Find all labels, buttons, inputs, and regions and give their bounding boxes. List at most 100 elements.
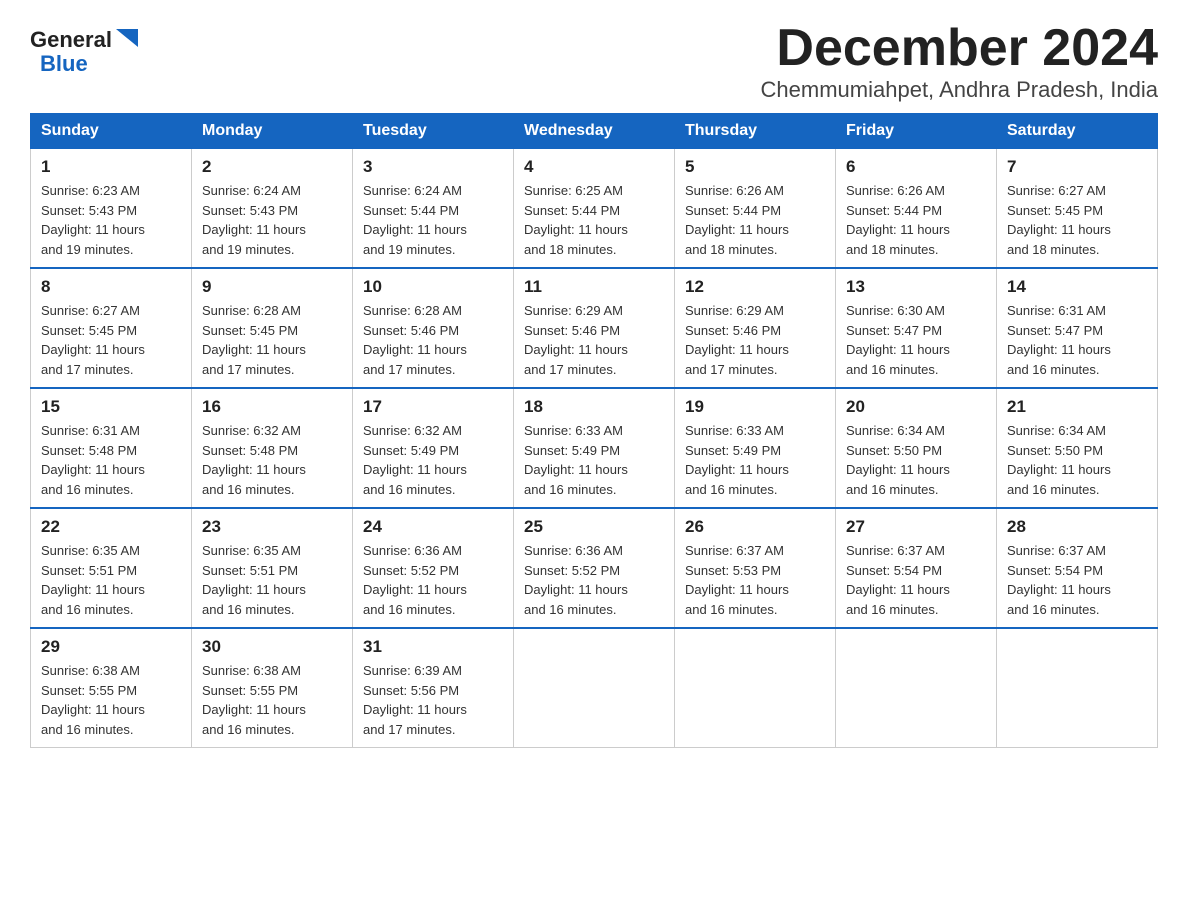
day-number: 2 [202,157,342,177]
calendar-cell: 5 Sunrise: 6:26 AM Sunset: 5:44 PM Dayli… [675,149,836,269]
day-info: Sunrise: 6:28 AM Sunset: 5:46 PM Dayligh… [363,301,503,379]
logo-general-text: General [30,28,112,52]
day-number: 6 [846,157,986,177]
calendar-week-row: 15 Sunrise: 6:31 AM Sunset: 5:48 PM Dayl… [31,388,1158,508]
day-info: Sunrise: 6:31 AM Sunset: 5:48 PM Dayligh… [41,421,181,499]
day-number: 8 [41,277,181,297]
logo: General Blue [30,20,138,76]
calendar-cell: 4 Sunrise: 6:25 AM Sunset: 5:44 PM Dayli… [514,149,675,269]
calendar-week-row: 8 Sunrise: 6:27 AM Sunset: 5:45 PM Dayli… [31,268,1158,388]
day-number: 18 [524,397,664,417]
day-info: Sunrise: 6:24 AM Sunset: 5:43 PM Dayligh… [202,181,342,259]
calendar-cell: 9 Sunrise: 6:28 AM Sunset: 5:45 PM Dayli… [192,268,353,388]
day-number: 17 [363,397,503,417]
calendar-cell: 11 Sunrise: 6:29 AM Sunset: 5:46 PM Dayl… [514,268,675,388]
calendar-header-row: SundayMondayTuesdayWednesdayThursdayFrid… [31,114,1158,149]
calendar-cell: 21 Sunrise: 6:34 AM Sunset: 5:50 PM Dayl… [997,388,1158,508]
day-info: Sunrise: 6:34 AM Sunset: 5:50 PM Dayligh… [846,421,986,499]
calendar-cell: 3 Sunrise: 6:24 AM Sunset: 5:44 PM Dayli… [353,149,514,269]
day-number: 11 [524,277,664,297]
day-info: Sunrise: 6:38 AM Sunset: 5:55 PM Dayligh… [202,661,342,739]
day-info: Sunrise: 6:36 AM Sunset: 5:52 PM Dayligh… [524,541,664,619]
day-info: Sunrise: 6:27 AM Sunset: 5:45 PM Dayligh… [1007,181,1147,259]
day-info: Sunrise: 6:35 AM Sunset: 5:51 PM Dayligh… [41,541,181,619]
calendar-cell [997,628,1158,748]
column-header-sunday: Sunday [31,114,192,149]
day-info: Sunrise: 6:39 AM Sunset: 5:56 PM Dayligh… [363,661,503,739]
day-number: 12 [685,277,825,297]
calendar-cell: 15 Sunrise: 6:31 AM Sunset: 5:48 PM Dayl… [31,388,192,508]
column-header-monday: Monday [192,114,353,149]
day-info: Sunrise: 6:24 AM Sunset: 5:44 PM Dayligh… [363,181,503,259]
day-info: Sunrise: 6:26 AM Sunset: 5:44 PM Dayligh… [685,181,825,259]
day-info: Sunrise: 6:32 AM Sunset: 5:49 PM Dayligh… [363,421,503,499]
day-info: Sunrise: 6:30 AM Sunset: 5:47 PM Dayligh… [846,301,986,379]
logo-blue-text: Blue [30,52,88,76]
day-number: 24 [363,517,503,537]
day-info: Sunrise: 6:27 AM Sunset: 5:45 PM Dayligh… [41,301,181,379]
day-info: Sunrise: 6:35 AM Sunset: 5:51 PM Dayligh… [202,541,342,619]
day-info: Sunrise: 6:34 AM Sunset: 5:50 PM Dayligh… [1007,421,1147,499]
page-subtitle: Chemmumiahpet, Andhra Pradesh, India [761,77,1158,103]
calendar-cell: 24 Sunrise: 6:36 AM Sunset: 5:52 PM Dayl… [353,508,514,628]
calendar-cell: 7 Sunrise: 6:27 AM Sunset: 5:45 PM Dayli… [997,149,1158,269]
logo-triangle-icon [116,29,138,47]
calendar-cell: 14 Sunrise: 6:31 AM Sunset: 5:47 PM Dayl… [997,268,1158,388]
calendar-cell: 27 Sunrise: 6:37 AM Sunset: 5:54 PM Dayl… [836,508,997,628]
calendar-cell: 6 Sunrise: 6:26 AM Sunset: 5:44 PM Dayli… [836,149,997,269]
day-number: 15 [41,397,181,417]
calendar-cell: 8 Sunrise: 6:27 AM Sunset: 5:45 PM Dayli… [31,268,192,388]
calendar-cell: 20 Sunrise: 6:34 AM Sunset: 5:50 PM Dayl… [836,388,997,508]
calendar-cell: 23 Sunrise: 6:35 AM Sunset: 5:51 PM Dayl… [192,508,353,628]
calendar-table: SundayMondayTuesdayWednesdayThursdayFrid… [30,113,1158,748]
day-number: 23 [202,517,342,537]
day-info: Sunrise: 6:36 AM Sunset: 5:52 PM Dayligh… [363,541,503,619]
day-number: 10 [363,277,503,297]
calendar-cell: 2 Sunrise: 6:24 AM Sunset: 5:43 PM Dayli… [192,149,353,269]
day-number: 25 [524,517,664,537]
day-number: 5 [685,157,825,177]
day-info: Sunrise: 6:29 AM Sunset: 5:46 PM Dayligh… [524,301,664,379]
day-number: 4 [524,157,664,177]
title-block: December 2024 Chemmumiahpet, Andhra Prad… [761,20,1158,103]
calendar-cell: 1 Sunrise: 6:23 AM Sunset: 5:43 PM Dayli… [31,149,192,269]
calendar-cell: 30 Sunrise: 6:38 AM Sunset: 5:55 PM Dayl… [192,628,353,748]
day-number: 9 [202,277,342,297]
day-number: 14 [1007,277,1147,297]
calendar-cell: 16 Sunrise: 6:32 AM Sunset: 5:48 PM Dayl… [192,388,353,508]
day-info: Sunrise: 6:37 AM Sunset: 5:54 PM Dayligh… [1007,541,1147,619]
day-number: 16 [202,397,342,417]
calendar-cell: 25 Sunrise: 6:36 AM Sunset: 5:52 PM Dayl… [514,508,675,628]
calendar-cell: 28 Sunrise: 6:37 AM Sunset: 5:54 PM Dayl… [997,508,1158,628]
calendar-cell [514,628,675,748]
day-number: 31 [363,637,503,657]
day-info: Sunrise: 6:33 AM Sunset: 5:49 PM Dayligh… [685,421,825,499]
day-info: Sunrise: 6:26 AM Sunset: 5:44 PM Dayligh… [846,181,986,259]
calendar-cell: 12 Sunrise: 6:29 AM Sunset: 5:46 PM Dayl… [675,268,836,388]
day-number: 3 [363,157,503,177]
column-header-thursday: Thursday [675,114,836,149]
day-info: Sunrise: 6:23 AM Sunset: 5:43 PM Dayligh… [41,181,181,259]
day-number: 30 [202,637,342,657]
calendar-week-row: 22 Sunrise: 6:35 AM Sunset: 5:51 PM Dayl… [31,508,1158,628]
day-number: 26 [685,517,825,537]
day-info: Sunrise: 6:31 AM Sunset: 5:47 PM Dayligh… [1007,301,1147,379]
day-number: 13 [846,277,986,297]
calendar-cell: 22 Sunrise: 6:35 AM Sunset: 5:51 PM Dayl… [31,508,192,628]
calendar-cell [675,628,836,748]
day-info: Sunrise: 6:38 AM Sunset: 5:55 PM Dayligh… [41,661,181,739]
column-header-saturday: Saturday [997,114,1158,149]
day-info: Sunrise: 6:28 AM Sunset: 5:45 PM Dayligh… [202,301,342,379]
page-title: December 2024 [761,20,1158,77]
day-info: Sunrise: 6:33 AM Sunset: 5:49 PM Dayligh… [524,421,664,499]
calendar-cell: 10 Sunrise: 6:28 AM Sunset: 5:46 PM Dayl… [353,268,514,388]
day-info: Sunrise: 6:37 AM Sunset: 5:54 PM Dayligh… [846,541,986,619]
day-number: 21 [1007,397,1147,417]
calendar-cell [836,628,997,748]
column-header-wednesday: Wednesday [514,114,675,149]
day-info: Sunrise: 6:32 AM Sunset: 5:48 PM Dayligh… [202,421,342,499]
calendar-week-row: 29 Sunrise: 6:38 AM Sunset: 5:55 PM Dayl… [31,628,1158,748]
day-number: 22 [41,517,181,537]
calendar-week-row: 1 Sunrise: 6:23 AM Sunset: 5:43 PM Dayli… [31,149,1158,269]
day-number: 7 [1007,157,1147,177]
